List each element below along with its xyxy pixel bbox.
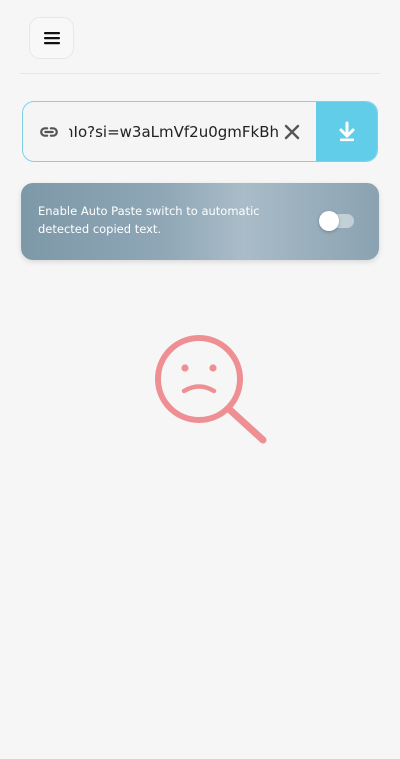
close-icon[interactable] (282, 122, 302, 142)
url-input[interactable] (69, 102, 279, 161)
app-screen: Enable Auto Paste switch to automatic de… (0, 0, 400, 759)
auto-paste-toggle[interactable] (319, 211, 354, 231)
hamburger-menu-icon (43, 32, 60, 45)
download-icon (339, 121, 355, 141)
menu-button[interactable] (29, 17, 74, 59)
url-bar (22, 101, 378, 162)
link-icon (40, 127, 58, 137)
auto-paste-card: Enable Auto Paste switch to automatic de… (21, 183, 379, 260)
toggle-thumb (319, 211, 339, 231)
auto-paste-message: Enable Auto Paste switch to automatic de… (38, 204, 260, 236)
download-button[interactable] (316, 102, 377, 161)
header-divider (20, 73, 380, 74)
sad-magnifier-icon (155, 335, 267, 444)
